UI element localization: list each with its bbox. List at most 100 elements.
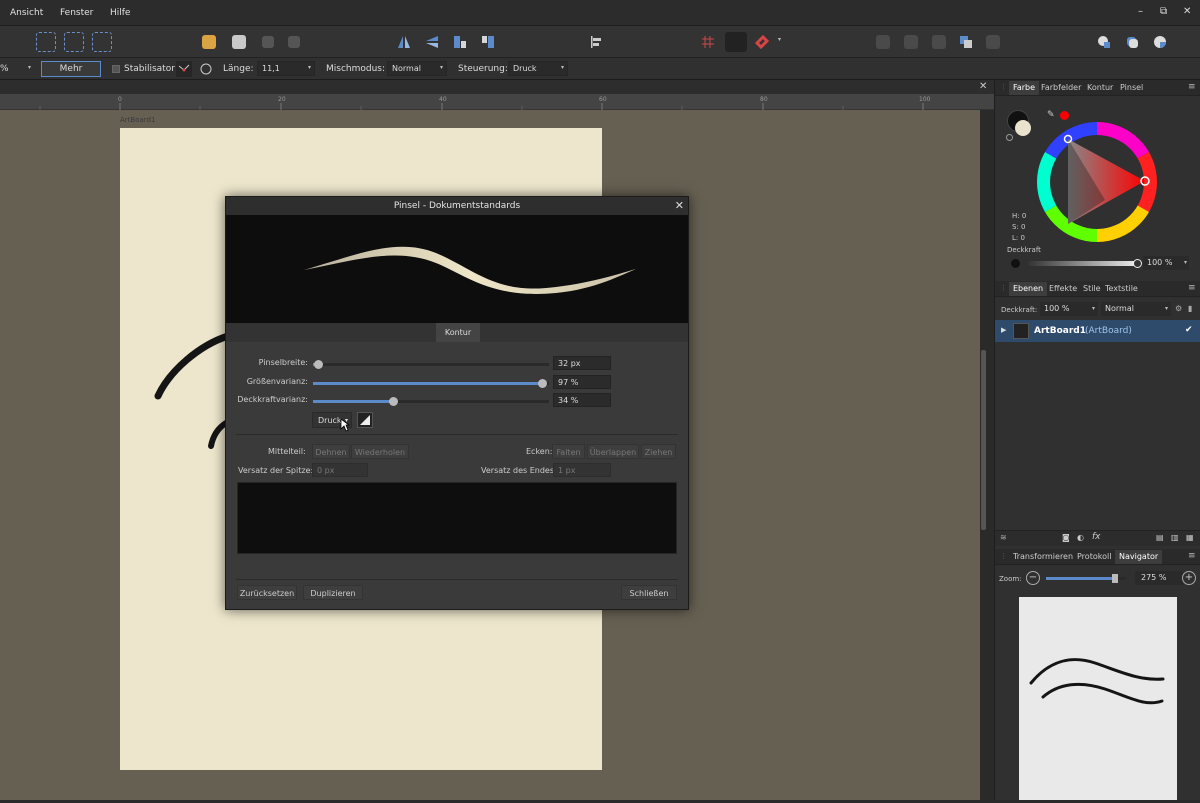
studio-navigator-icon[interactable] <box>1152 34 1168 50</box>
delete-layer-icon[interactable]: ▦ <box>1186 533 1194 542</box>
reset-button[interactable]: Zurücksetzen <box>237 585 297 600</box>
studio-layers-icon[interactable] <box>1124 34 1140 50</box>
layer-stack-icon[interactable]: ≋ <box>1000 533 1007 542</box>
opacity-variance-slider-fill <box>313 400 394 403</box>
tab-pinsel[interactable]: Pinsel <box>1120 83 1143 92</box>
zoom-out-icon[interactable]: − <box>1026 571 1040 585</box>
layer-settings-icon[interactable]: ⚙ <box>1175 304 1182 313</box>
color-panel-tabs: ⋮ Farbe Farbfelder Kontur Pinsel ≡ <box>995 80 1200 96</box>
size-variance-slider[interactable] <box>313 379 549 388</box>
layer-blend-select[interactable]: Normal ▾ <box>1101 302 1171 316</box>
brush-width-label: Pinselbreite: <box>258 358 308 367</box>
layer-blend-dropdown-icon: ▾ <box>1164 305 1168 312</box>
middle-part-label: Mittelteil: <box>268 447 306 456</box>
layer-type: (ArtBoard) <box>1085 326 1132 336</box>
layer-visibility-checkbox[interactable]: ✔ <box>1185 325 1193 335</box>
layers-panel-tabs: ⋮ Ebenen Effekte Stile Textstile ≡ <box>995 281 1200 297</box>
new-layer-icon[interactable]: ▤ <box>1156 533 1164 542</box>
right-studio-panel: ⋮ Farbe Farbfelder Kontur Pinsel ≡ ✎ H: … <box>981 80 1200 800</box>
duplicate-layer-icon[interactable]: ▥ <box>1171 533 1179 542</box>
color-opacity-input[interactable]: 100 % ▾ <box>1143 256 1189 270</box>
close-dialog-button[interactable]: Schließen <box>621 585 677 600</box>
tab-effekte[interactable]: Effekte <box>1049 284 1077 293</box>
navigator-preview[interactable] <box>1019 597 1177 800</box>
layer-name: ArtBoard1 <box>1034 326 1086 336</box>
tab-protokoll[interactable]: Protokoll <box>1077 552 1111 561</box>
tab-stile[interactable]: Stile <box>1083 284 1101 293</box>
swap-colors-icon[interactable] <box>1006 134 1013 141</box>
size-variance-input[interactable]: 97 % <box>553 375 611 389</box>
zoom-slider-thumb[interactable] <box>1112 574 1119 583</box>
duplicate-button[interactable]: Duplizieren <box>303 585 363 600</box>
size-variance-label: Größenvarianz: <box>246 377 308 386</box>
tab-farbe[interactable]: Farbe <box>1009 81 1040 95</box>
zoom-input[interactable]: 275 % <box>1135 571 1183 585</box>
color-opacity-slider[interactable] <box>1028 259 1142 268</box>
tab-transformieren[interactable]: Transformieren <box>1013 552 1073 561</box>
brush-width-slider-thumb[interactable] <box>313 360 323 369</box>
opacity-variance-slider[interactable] <box>313 397 549 406</box>
dialog-tab-strip: Kontur <box>226 323 688 342</box>
stroke-color-swatch[interactable] <box>1015 120 1031 136</box>
saturation-readout: S: 0 <box>1012 223 1026 231</box>
zoom-in-icon[interactable]: + <box>1182 571 1196 585</box>
vertical-scrollbar[interactable] <box>981 350 986 530</box>
adjustment-icon[interactable]: ◐ <box>1077 533 1084 542</box>
expand-layer-icon[interactable]: ▶ <box>1001 326 1006 334</box>
layer-row[interactable]: ▶ ArtBoard1 (ArtBoard) ✔ <box>995 320 1200 342</box>
dialog-close-icon[interactable]: ✕ <box>675 199 684 212</box>
layer-opacity-value: 100 % <box>1044 304 1070 313</box>
layer-opacity-input[interactable]: 100 % ▾ <box>1040 302 1098 316</box>
close-window-button[interactable]: ✕ <box>1183 6 1191 17</box>
stretch-button[interactable]: Dehnen <box>312 444 350 459</box>
tip-offset-label: Versatz der Spitze: <box>238 466 314 475</box>
zoom-slider[interactable] <box>1046 574 1126 583</box>
color-wheel-icon[interactable] <box>1035 120 1159 244</box>
tab-kontur[interactable]: Kontur <box>436 323 480 342</box>
tab-kontur-panel[interactable]: Kontur <box>1087 83 1113 92</box>
minimize-button[interactable]: – <box>1138 6 1143 17</box>
tab-farbfelder[interactable]: Farbfelder <box>1041 83 1081 92</box>
brush-preview <box>226 215 688 323</box>
divider <box>236 434 678 435</box>
opacity-variance-input[interactable]: 34 % <box>553 393 611 407</box>
tip-offset-input[interactable]: 0 px <box>312 463 368 477</box>
pull-button[interactable]: Ziehen <box>641 444 676 459</box>
panel-menu-icon[interactable]: ≡ <box>1188 551 1196 561</box>
brush-width-slider[interactable] <box>313 360 549 369</box>
eyedropper-icon[interactable]: ✎ <box>1047 110 1055 120</box>
size-variance-slider-thumb[interactable] <box>537 379 547 388</box>
current-color-dot <box>1060 111 1069 120</box>
tab-navigator[interactable]: Navigator <box>1115 550 1163 564</box>
maximize-button[interactable]: ⧉ <box>1160 6 1167 17</box>
mask-icon[interactable]: ◙ <box>1062 533 1070 542</box>
mouse-cursor-icon <box>340 418 350 432</box>
boolean-divide-icon[interactable] <box>986 35 1000 49</box>
studio-color-icon[interactable] <box>1096 34 1112 50</box>
pressure-curve-icon[interactable] <box>357 412 373 428</box>
end-offset-label: Versatz des Endes: <box>481 466 557 475</box>
zoom-slider-fill <box>1046 577 1117 580</box>
opacity-variance-label: Deckkraftvarianz: <box>237 395 308 404</box>
dialog-title: Pinsel - Dokumentstandards <box>226 197 688 215</box>
panel-menu-icon[interactable]: ≡ <box>1188 82 1196 92</box>
end-offset-input[interactable]: 1 px <box>553 463 611 477</box>
panel-menu-icon[interactable]: ≡ <box>1188 283 1196 293</box>
fx-icon[interactable]: fx <box>1092 532 1101 542</box>
color-opacity-label: Deckkraft <box>1007 246 1041 254</box>
overlap-button[interactable]: Überlappen <box>587 444 639 459</box>
brush-width-input[interactable]: 32 px <box>553 356 611 370</box>
opacity-variance-slider-thumb[interactable] <box>389 397 399 406</box>
repeat-button[interactable]: Wiederholen <box>351 444 409 459</box>
panel-grip-icon: ⋮ <box>1000 552 1007 560</box>
close-document-button[interactable]: ✕ <box>979 81 987 92</box>
tab-textstile[interactable]: Textstile <box>1105 284 1138 293</box>
layer-thumbnail <box>1013 323 1029 339</box>
panel-grip-icon: ⋮ <box>1000 284 1007 292</box>
opacity-swatch <box>1011 259 1020 268</box>
layer-lock-icon[interactable]: ▮ <box>1188 304 1192 313</box>
color-opacity-slider-thumb[interactable] <box>1133 259 1142 268</box>
fold-button[interactable]: Falten <box>552 444 585 459</box>
tab-ebenen[interactable]: Ebenen <box>1009 282 1048 296</box>
layer-blend-value: Normal <box>1105 304 1134 313</box>
